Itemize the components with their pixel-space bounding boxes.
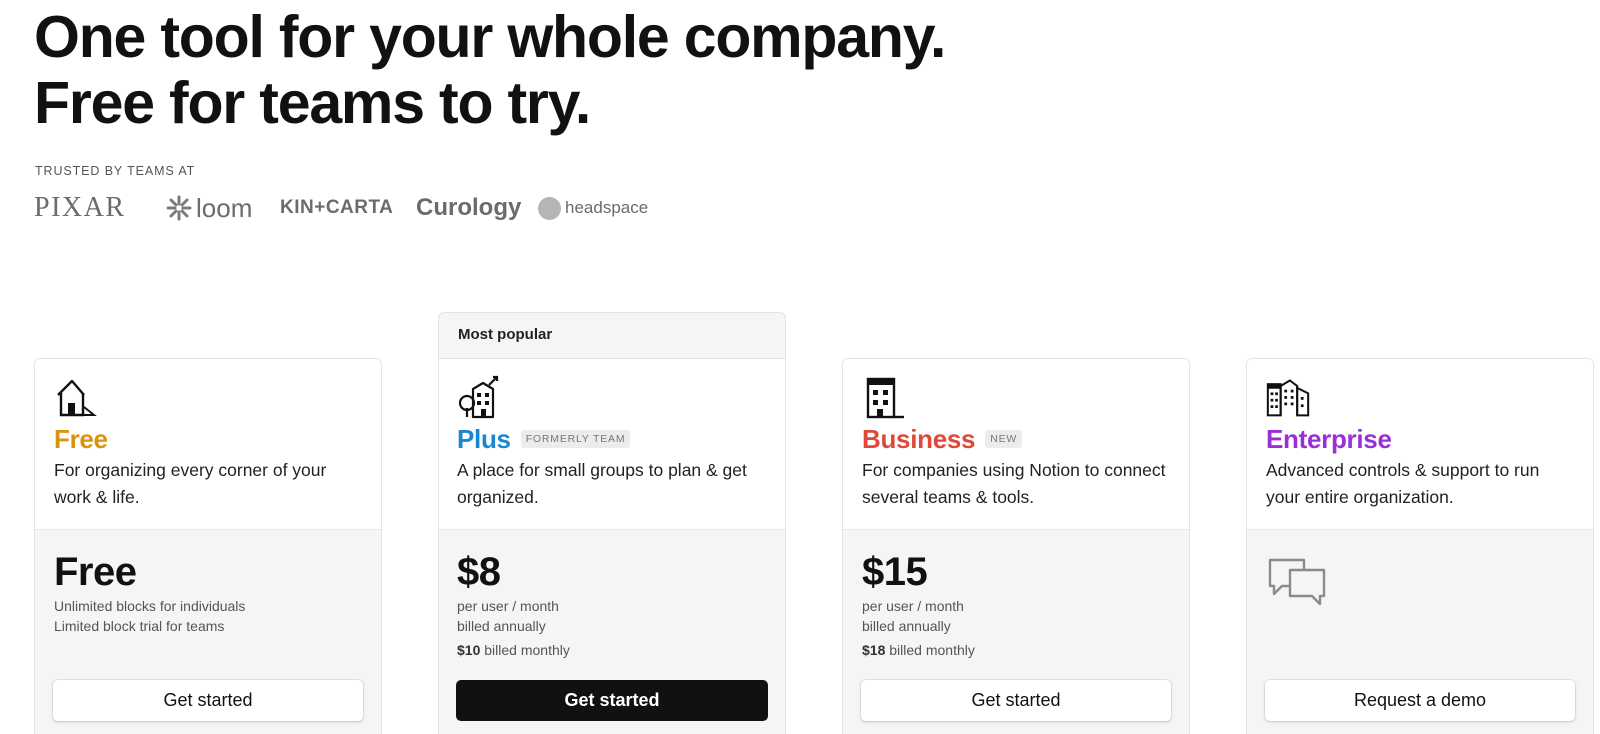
- plan-name-plus: Plus: [457, 423, 511, 454]
- most-popular-label: Most popular: [458, 326, 553, 343]
- plan-name-enterprise: Enterprise: [1266, 423, 1392, 454]
- monthly-text: billed monthly: [889, 642, 975, 658]
- price-detail-line: Limited block trial for teams: [54, 618, 225, 634]
- loom-logo: loom: [166, 190, 252, 226]
- plan-card-plus: Plus FORMERLY TEAM A place for small gro…: [439, 358, 785, 734]
- monthly-text: billed monthly: [484, 642, 570, 658]
- request-demo-button[interactable]: Request a demo: [1265, 680, 1575, 721]
- headspace-dot-icon: [538, 196, 561, 220]
- formerly-team-badge: FORMERLY TEAM: [520, 430, 631, 448]
- house-icon: [57, 379, 97, 417]
- curology-logo: Curology: [416, 194, 522, 221]
- monthly-price-note: $18 billed monthly: [862, 640, 1170, 660]
- price-detail-line: per user / month: [457, 598, 559, 614]
- city-buildings-icon: [1266, 379, 1310, 417]
- get-started-button-free[interactable]: Get started: [53, 680, 363, 721]
- headspace-wordmark: headspace: [565, 198, 649, 217]
- plan-description-free: For organizing every corner of your work…: [54, 460, 327, 507]
- plan-card-free: Free For organizing every corner of your…: [34, 358, 382, 734]
- plan-name-free: Free: [54, 423, 108, 454]
- plan-card-enterprise: Enterprise Advanced controls & support t…: [1246, 358, 1594, 734]
- office-building-icon: [866, 377, 904, 419]
- most-popular-wrapper: Most popular Plus FORMERLY TEAM A place …: [438, 312, 786, 734]
- price-detail-line: billed annually: [862, 618, 951, 634]
- loom-burst-icon: [166, 195, 192, 221]
- kin-carta-logo: KIN+CARTA: [280, 197, 394, 218]
- plan-card-business: Business NEW For companies using Notion …: [842, 358, 1190, 734]
- get-started-button-business[interactable]: Get started: [861, 680, 1171, 721]
- headspace-logo: headspace: [538, 190, 648, 226]
- plan-description-business: For companies using Notion to connect se…: [862, 460, 1166, 507]
- page-headline: One tool for your whole company. Free fo…: [34, 4, 946, 136]
- monthly-price-note: $10 billed monthly: [457, 640, 767, 660]
- price-detail-line: billed annually: [457, 618, 546, 634]
- plan-price-business: $15: [862, 550, 928, 594]
- headline-line-2: Free for teams to try.: [34, 70, 591, 136]
- loom-wordmark: loom: [196, 192, 253, 223]
- plan-price-free: Free: [54, 550, 137, 594]
- headline-line-1: One tool for your whole company.: [34, 4, 946, 70]
- price-detail-line: Unlimited blocks for individuals: [54, 598, 246, 614]
- pixar-logo: PIXAR: [34, 192, 126, 223]
- monthly-amount: $10: [457, 642, 481, 658]
- monthly-amount: $18: [862, 642, 886, 658]
- new-badge: NEW: [985, 430, 1023, 448]
- chat-bubbles-icon: [1268, 558, 1326, 606]
- get-started-button-plus[interactable]: Get started: [456, 680, 768, 721]
- plan-price-plus: $8: [457, 550, 501, 594]
- plan-description-plus: A place for small groups to plan & get o…: [457, 460, 747, 507]
- plan-description-enterprise: Advanced controls & support to run your …: [1266, 460, 1540, 507]
- trusted-by-label: TRUSTED BY TEAMS AT: [35, 164, 196, 178]
- plan-name-business: Business: [862, 423, 976, 454]
- price-detail-line: per user / month: [862, 598, 964, 614]
- small-building-icon: [458, 375, 499, 419]
